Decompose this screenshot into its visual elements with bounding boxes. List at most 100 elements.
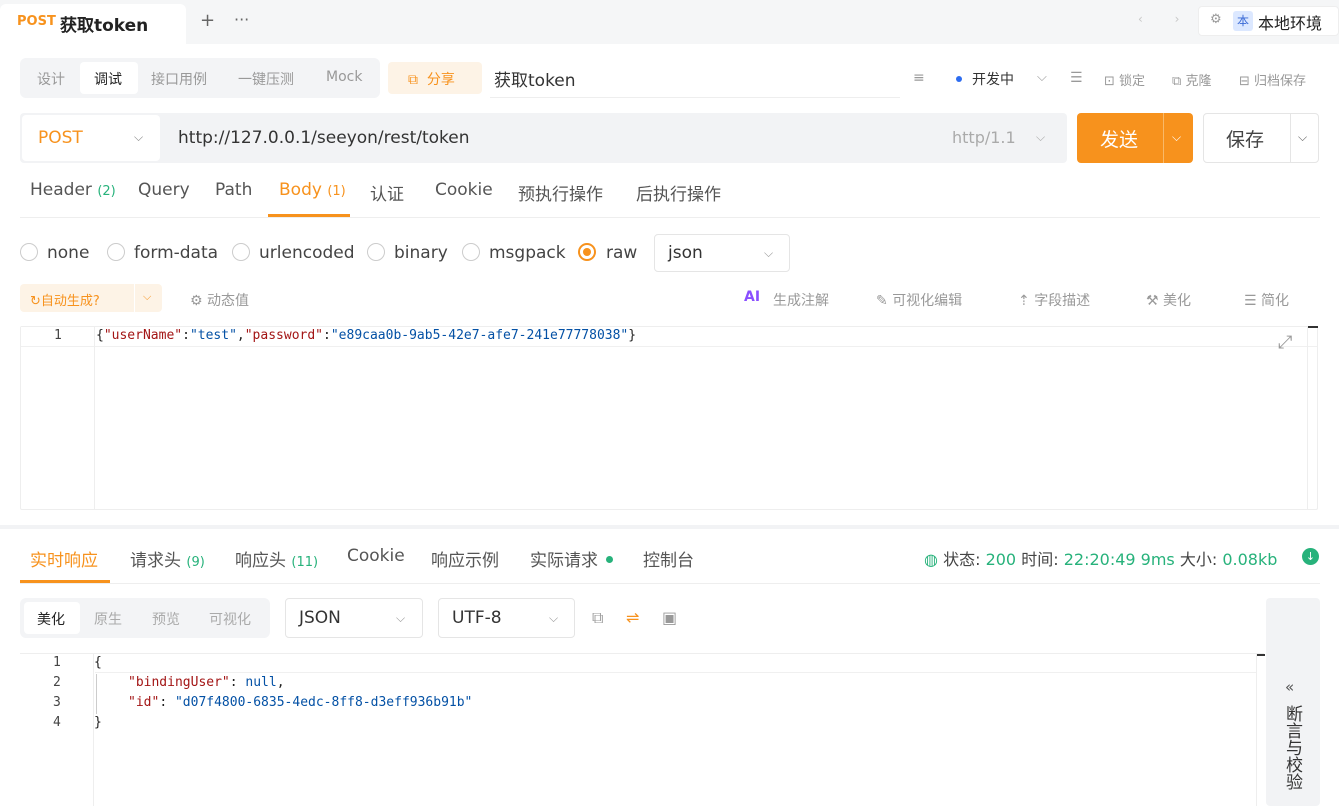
line-number: 3 (53, 695, 61, 710)
lock-button[interactable]: ⊡ 锁定 (1104, 70, 1145, 89)
chevron-down-icon: ⌵ (396, 611, 406, 625)
clone-button[interactable]: ⧉ 克隆 (1172, 70, 1211, 89)
radio-form-data[interactable] (107, 243, 125, 261)
tab-response-headers[interactable]: 响应头 (11) (235, 546, 318, 571)
gear-icon[interactable]: ⚙ (1210, 12, 1222, 27)
tab-header[interactable]: Header (2) (30, 180, 116, 200)
code-line: "id": "d07f4800-6835-4edc-8ff8-d3eff936b… (128, 695, 473, 710)
response-size: 0.08kb (1222, 550, 1278, 569)
tab-request-headers[interactable]: 请求头 (9) (130, 546, 205, 571)
format-visual[interactable]: 可视化 (209, 609, 251, 629)
editor-scrollbar[interactable] (1307, 326, 1318, 510)
tab-scroll-arrows[interactable]: ‹ › (1138, 12, 1193, 26)
tab-live-response[interactable]: 实时响应 (30, 546, 98, 571)
line-number: 2 (53, 675, 61, 690)
save-icon[interactable]: ▣ (662, 608, 677, 627)
save-options-icon[interactable]: ⌵ (1298, 130, 1307, 145)
tab-response-cookie[interactable]: Cookie (347, 546, 405, 566)
code-line: {"userName":"test","password":"e89caa0b-… (96, 328, 637, 343)
dynamic-value-button[interactable]: ⚙ 动态值 (190, 290, 249, 310)
expand-icon[interactable]: ⤢ (1278, 332, 1292, 353)
send-options-icon[interactable]: ⌵ (1172, 130, 1181, 145)
copy-icon[interactable]: ⧉ (592, 608, 603, 628)
radio-raw[interactable] (578, 243, 596, 261)
archive-button[interactable]: ⊟ 归档保存 (1239, 70, 1306, 89)
response-type-label: JSON (299, 608, 341, 628)
mode-design[interactable]: 设计 (37, 69, 65, 89)
request-body-editor[interactable] (20, 326, 1318, 510)
http-version-select[interactable]: http/1.1 (952, 128, 1016, 147)
wrap-icon[interactable]: ⇌ (626, 608, 639, 627)
api-name-input[interactable]: 获取token (494, 66, 576, 91)
response-time: 22:20:49 (1063, 550, 1136, 569)
chevron-down-icon: ⌵ (134, 130, 144, 144)
tab-response-examples[interactable]: 响应示例 (431, 546, 499, 571)
chevron-double-left-icon[interactable]: « (1285, 678, 1294, 696)
tool-icon: ⚙ (190, 293, 203, 309)
status-code: 200 (985, 550, 1017, 569)
auto-generate-divider (134, 284, 135, 312)
radio-label-urlencoded: urlencoded (259, 243, 355, 263)
beautify-button[interactable]: ⚒ 美化 (1146, 290, 1191, 310)
mode-debug[interactable]: 调试 (94, 69, 122, 89)
upload-icon: ⇡ (1018, 293, 1030, 309)
add-tab-icon[interactable]: + (200, 10, 215, 31)
tab-console[interactable]: 控制台 (643, 546, 694, 571)
tab-pre-script[interactable]: 预执行操作 (518, 180, 603, 205)
send-label: 发送 (1100, 129, 1139, 151)
scrollbar-thumb[interactable] (1257, 654, 1265, 656)
line-number: 1 (54, 328, 62, 343)
tab-body[interactable]: Body (1) (279, 180, 346, 200)
share-icon: ⧉ (408, 72, 418, 88)
field-desc-button[interactable]: ⇡ 字段描述 (1018, 290, 1090, 310)
format-raw[interactable]: 原生 (94, 609, 122, 629)
panel-divider[interactable] (0, 525, 1339, 529)
radio-label-msgpack: msgpack (489, 243, 566, 263)
refresh-icon: ↻ (30, 294, 41, 309)
code-line: { (94, 655, 102, 670)
more-icon[interactable]: ··· (234, 10, 249, 29)
generate-comment-button[interactable]: 生成注解 (773, 290, 829, 310)
tab-query[interactable]: Query (138, 180, 190, 200)
auto-generate-options-icon[interactable]: ⌵ (143, 290, 151, 304)
mode-mock[interactable]: Mock (326, 69, 362, 85)
radio-urlencoded[interactable] (232, 243, 250, 261)
outline-icon[interactable]: ☰ (1070, 70, 1083, 86)
api-name-underline (490, 97, 900, 98)
tab-cookie[interactable]: Cookie (435, 180, 493, 200)
status-dot (956, 76, 962, 82)
tab-actual-request[interactable]: 实际请求 (530, 546, 598, 571)
tab-divider (20, 583, 1320, 584)
viewer-scrollbar[interactable] (1256, 654, 1264, 806)
visual-edit-button[interactable]: ✎ 可视化编辑 (876, 290, 962, 310)
line-number: 4 (53, 715, 61, 730)
indent-guide (96, 674, 97, 714)
url-input[interactable]: http://127.0.0.1/seeyon/rest/token (178, 128, 470, 148)
download-icon[interactable]: ↓ (1302, 548, 1319, 565)
tab-title: 获取token (60, 16, 149, 36)
radio-msgpack[interactable] (462, 243, 480, 261)
help-icon: ? (92, 294, 100, 309)
chevron-down-icon: ⌵ (764, 246, 774, 260)
line-number: 1 (53, 655, 61, 670)
format-pretty[interactable]: 美化 (37, 609, 65, 629)
tab-post-script[interactable]: 后执行操作 (636, 180, 721, 205)
format-preview[interactable]: 预览 (152, 609, 180, 629)
scrollbar-thumb[interactable] (1308, 326, 1318, 328)
radio-binary[interactable] (367, 243, 385, 261)
chevron-down-icon[interactable]: ⌵ (1037, 70, 1047, 85)
tab-auth[interactable]: 认证 (370, 180, 404, 205)
status-select[interactable]: 开发中 (972, 69, 1014, 89)
mode-cases[interactable]: 接口用例 (151, 69, 207, 89)
edit-lines-icon[interactable]: ≡ (913, 70, 925, 86)
mode-stress-test[interactable]: 一键压测 (238, 69, 294, 89)
chevron-down-icon: ⌵ (549, 611, 559, 625)
save-label: 保存 (1226, 129, 1265, 151)
edit-icon: ✎ (876, 293, 888, 309)
clone-icon: ⧉ (1172, 74, 1182, 89)
radio-none[interactable] (20, 243, 38, 261)
tab-path[interactable]: Path (215, 180, 252, 200)
radio-label-binary: binary (394, 243, 448, 263)
simplify-button[interactable]: ☰ 简化 (1244, 290, 1289, 310)
wand-icon: ⚒ (1146, 293, 1159, 309)
